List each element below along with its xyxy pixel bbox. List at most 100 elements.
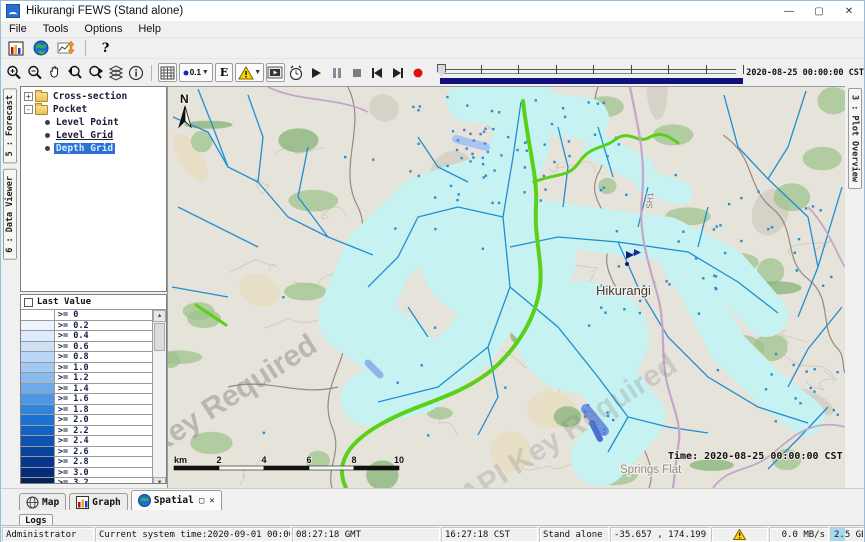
pause-button[interactable] [327, 63, 345, 82]
legend-row[interactable]: >= 2.8 [21, 457, 152, 468]
step-forward-button[interactable] [388, 63, 406, 82]
timeseries-dialog-icon[interactable] [56, 39, 75, 58]
tree-toggle-icon[interactable]: + [24, 92, 33, 101]
legend-row[interactable]: >= 2.0 [21, 415, 152, 426]
legend-row[interactable]: >= 1.0 [21, 363, 152, 374]
tree-item-label: Cross-section [51, 91, 129, 102]
logs-row: Logs [1, 510, 864, 525]
scale-segment [174, 466, 219, 470]
scroll-up-icon[interactable]: ▲ [153, 310, 166, 322]
animation-dialog-button[interactable] [266, 63, 284, 82]
legend-scrollbar[interactable]: ▲ ▼ [153, 310, 166, 484]
menu-options[interactable]: Options [76, 22, 130, 36]
time-slider[interactable] [437, 61, 738, 85]
time-slider-thumb[interactable] [437, 64, 446, 76]
legend-row[interactable]: >= 1.6 [21, 394, 152, 405]
zoom-out-icon[interactable] [25, 63, 43, 82]
legend-row[interactable]: >= 0.6 [21, 342, 152, 353]
toolbar-separator [151, 65, 152, 81]
scrollbar-thumb[interactable] [154, 323, 165, 351]
grid-display-button[interactable] [158, 63, 176, 82]
layers-icon[interactable] [107, 63, 125, 82]
legend-row[interactable]: >= 3.0 [21, 468, 152, 479]
step-back-button[interactable] [368, 63, 386, 82]
legend-row[interactable]: >= 3.2 [21, 478, 152, 484]
scale-tick-label: 4 [262, 455, 267, 465]
tab-restore-icon[interactable]: ▢ [199, 496, 204, 506]
close-button[interactable]: ✕ [834, 2, 864, 21]
tab-close-icon[interactable]: ✕ [209, 496, 214, 506]
tab-plot-overview[interactable]: 3 : Plot Overview [848, 88, 862, 189]
legend-row[interactable]: >= 1.8 [21, 405, 152, 416]
tab-spatial[interactable]: Spatial ▢ ✕ [131, 490, 222, 510]
legend-body: >= 0>= 0.2>= 0.4>= 0.6>= 0.8>= 1.0>= 1.2… [21, 309, 166, 484]
tree-item-pocket[interactable]: - Pocket [23, 103, 166, 116]
legend-row[interactable]: >= 0.8 [21, 352, 152, 363]
legend-color-swatch [21, 447, 55, 457]
legend-row[interactable]: >= 0 [21, 310, 152, 321]
tree-toggle-icon[interactable]: - [24, 105, 33, 114]
legend-class-label: >= 3.2 [55, 478, 152, 484]
tree-item-level-point[interactable]: Level Point [23, 116, 166, 129]
main-area: 5 : Forecast 6 : Data Viewer + Cross-sect… [1, 86, 864, 488]
legend-class-label: >= 0.6 [55, 342, 152, 352]
last-value-label: Last Value [37, 297, 91, 307]
scroll-down-icon[interactable]: ▼ [153, 477, 166, 485]
status-coordinates: -35.657 , 174.199 [610, 527, 710, 542]
class-break-value: 0.1 [190, 68, 201, 77]
tree-item-depth-grid[interactable]: Depth Grid [23, 142, 166, 155]
legend-row[interactable]: >= 1.2 [21, 373, 152, 384]
menu-file[interactable]: File [1, 22, 35, 36]
tree-item-cross-section[interactable]: + Cross-section [23, 90, 166, 103]
zoom-in-icon[interactable] [5, 63, 23, 82]
legend-row[interactable]: >= 0.2 [21, 321, 152, 332]
animation-timer-icon[interactable] [287, 63, 305, 82]
zoom-previous-icon[interactable] [66, 63, 84, 82]
status-system-time: Current system time:2020-09-01 00:00 CST [95, 527, 291, 542]
status-warning-cell[interactable] [711, 527, 768, 542]
tree-item-level-grid[interactable]: Level Grid [23, 129, 166, 142]
legend-row[interactable]: >= 1.4 [21, 384, 152, 395]
menu-tools[interactable]: Tools [35, 22, 77, 36]
map-globe-icon[interactable] [31, 39, 50, 58]
tab-data-viewer[interactable]: 6 : Data Viewer [3, 169, 17, 260]
legend-class-label: >= 0 [55, 310, 152, 320]
tab-graph[interactable]: Graph [69, 493, 128, 510]
legend-button[interactable]: E [215, 63, 233, 82]
pan-hand-icon[interactable] [46, 63, 64, 82]
legend-button-label: E [220, 66, 228, 79]
tab-map[interactable]: Map [19, 493, 66, 510]
scale-segment [309, 466, 354, 470]
north-label: N [180, 92, 189, 106]
main-toolbar: ? [1, 38, 864, 58]
legend-row[interactable]: >= 2.2 [21, 426, 152, 437]
class-break-dropdown[interactable]: 0.1 ▼ [179, 63, 213, 82]
record-button[interactable] [409, 63, 427, 82]
zoom-next-icon[interactable] [86, 63, 104, 82]
legend-row[interactable]: >= 0.4 [21, 331, 152, 342]
stop-button[interactable] [348, 63, 366, 82]
legend-row[interactable]: >= 2.4 [21, 436, 152, 447]
scale-segment [219, 466, 264, 470]
map-viewport[interactable]: API Key Required API Key Required Hikura… [167, 86, 845, 488]
tab-forecast[interactable]: 5 : Forecast [3, 88, 17, 163]
warning-threshold-dropdown[interactable]: ▼ [235, 63, 264, 82]
legend-color-swatch [21, 352, 55, 362]
legend-color-swatch [21, 478, 55, 484]
tree-item-label: Depth Grid [54, 143, 115, 154]
spatial-map[interactable]: API Key Required API Key Required Hikura… [168, 87, 845, 488]
scale-segment [264, 466, 309, 470]
legend-row[interactable]: >= 2.6 [21, 447, 152, 458]
minimize-button[interactable]: — [774, 2, 804, 21]
info-icon[interactable] [127, 63, 145, 82]
menu-help[interactable]: Help [130, 22, 169, 36]
legend-class-label: >= 3.0 [55, 468, 152, 478]
last-value-checkbox[interactable] [24, 298, 33, 307]
database-viewer-icon[interactable] [6, 39, 25, 58]
map-time-label: Time: 2020-08-25 00:00:00 CST [668, 450, 843, 462]
maximize-button[interactable]: ▢ [804, 2, 834, 21]
play-button[interactable] [307, 63, 325, 82]
tree-item-label: Pocket [51, 104, 89, 115]
tab-graph-label: Graph [92, 497, 121, 508]
help-button[interactable]: ? [96, 39, 115, 58]
